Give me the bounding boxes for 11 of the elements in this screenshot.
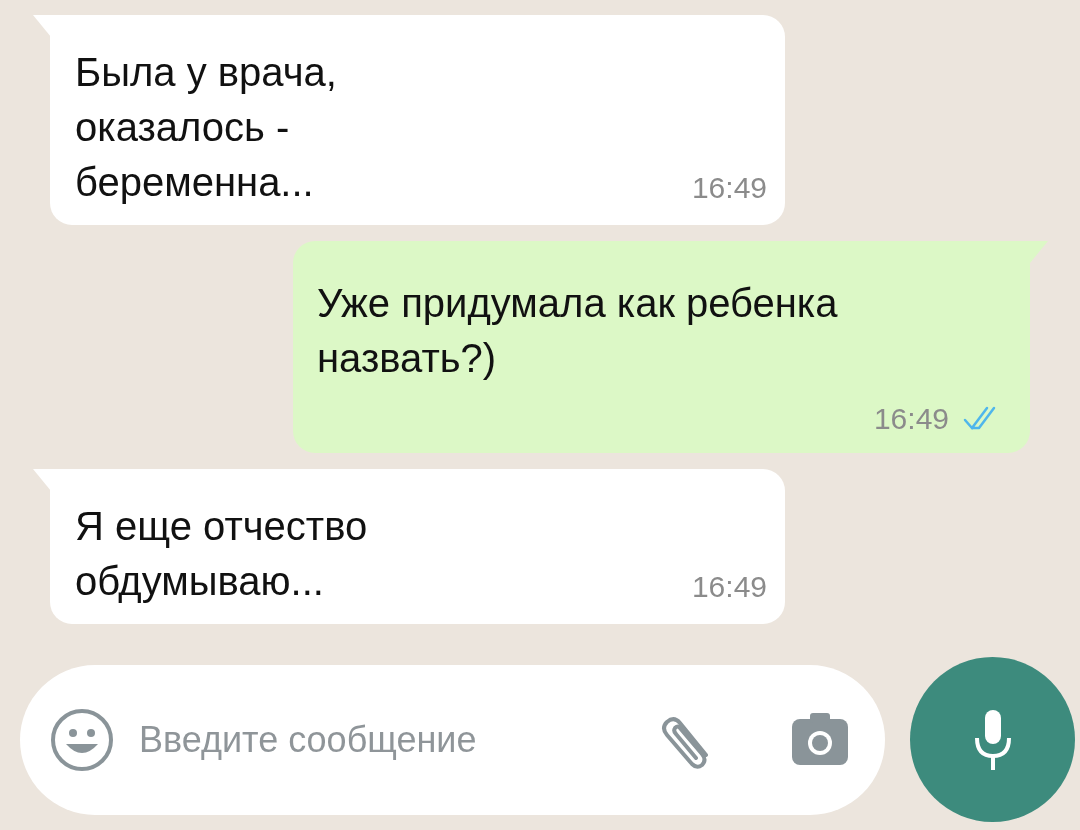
emoji-icon[interactable] bbox=[50, 707, 114, 772]
message-input[interactable]: Введите сообщение bbox=[139, 712, 654, 767]
camera-icon[interactable] bbox=[790, 712, 850, 767]
message-text: Уже придумала как ребенка назвать?) bbox=[317, 280, 839, 382]
microphone-icon[interactable] bbox=[972, 707, 1013, 772]
message-text: Была у врача, оказалось - беременна... bbox=[75, 49, 337, 206]
message-time: 16:49 bbox=[691, 569, 767, 605]
message-time: 16:49 bbox=[873, 401, 949, 437]
message-text: Я еще отчество обдумываю... bbox=[75, 503, 368, 605]
message-field[interactable]: Введите сообщение bbox=[20, 664, 885, 815]
message-time: 16:49 bbox=[691, 170, 767, 206]
